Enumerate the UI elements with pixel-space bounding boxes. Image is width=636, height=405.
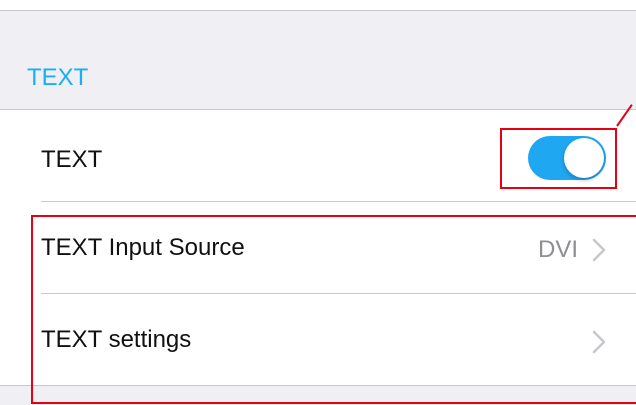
section-header-label: TEXT [27, 64, 89, 91]
annotation-box-rows [31, 215, 636, 404]
toggle-row-label: TEXT [41, 146, 103, 173]
top-band [0, 0, 636, 10]
annotation-box-switch [500, 128, 617, 189]
section-header: TEXT [0, 11, 636, 109]
